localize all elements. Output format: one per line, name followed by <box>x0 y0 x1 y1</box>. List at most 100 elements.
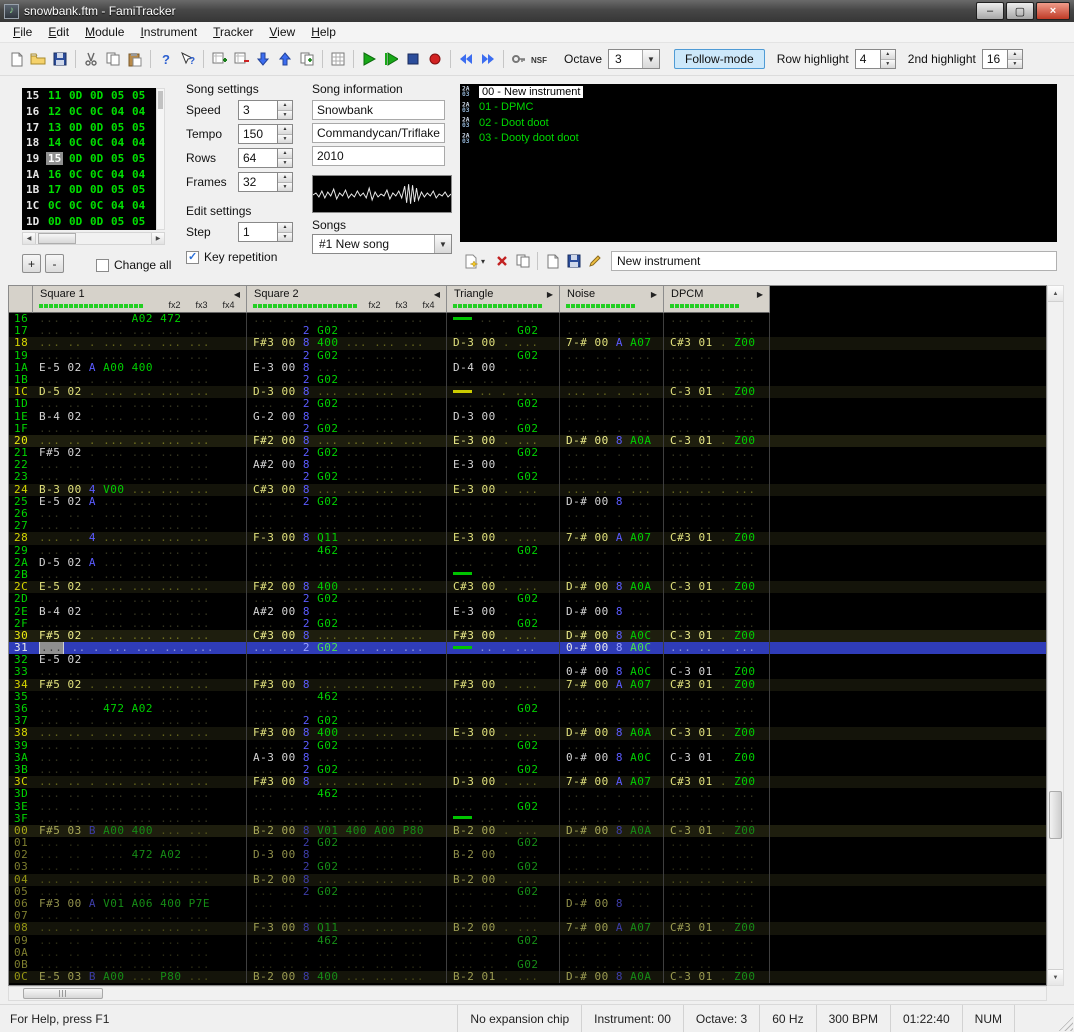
frame-pattern-value[interactable]: 04 <box>111 105 132 118</box>
frame-pattern-value[interactable]: 05 <box>132 152 153 165</box>
frame-row[interactable]: 1B170D0D0505 <box>22 182 156 198</box>
pattern-cell[interactable]: F#5 02 . ... ... ... ... <box>33 447 247 459</box>
pattern-row[interactable]: 06F#3 00 A V01 A06 400 P7E... .. . ... .… <box>9 898 1046 910</box>
pattern-row[interactable]: 2F... .. . ... ... ... ...... .. 2 G02 .… <box>9 618 1046 630</box>
pattern-row[interactable]: 0CE-5 03 B A00 ... P80 ...B-2 00 8 400 .… <box>9 971 1046 983</box>
pattern-cell[interactable]: ... .. . G02 <box>447 935 560 947</box>
pattern-cell[interactable]: ... .. . ... <box>664 545 770 557</box>
pattern-cell[interactable]: ... .. . ... <box>664 459 770 471</box>
frame-pattern-value[interactable]: 12 <box>48 105 69 118</box>
pattern-cell[interactable]: ... .. . ... <box>560 886 664 898</box>
pattern-cell[interactable]: ... .. . ... <box>560 837 664 849</box>
pattern-cell[interactable]: ... .. . ... ... ... ... <box>33 935 247 947</box>
instrument-item[interactable]: 2A0300 - New instrument <box>460 84 1057 100</box>
instrument-name-field[interactable] <box>611 251 1057 271</box>
frame-pattern-value[interactable]: 0D <box>69 183 90 196</box>
pattern-cell[interactable]: ... .. . ... <box>560 935 664 947</box>
instrument-item[interactable]: 2A0301 - DPMC <box>460 100 1057 116</box>
pattern-row[interactable]: 1F... .. . ... ... ... ...... .. 2 G02 .… <box>9 423 1046 435</box>
pattern-cell[interactable]: F#5 02 . ... ... ... ... <box>33 630 247 642</box>
pattern-cell[interactable]: D-# 00 8 A0C <box>560 630 664 642</box>
paste-icon[interactable] <box>124 48 146 70</box>
pattern-cell[interactable]: ... .. 2 G02 ... ... ... <box>247 325 447 337</box>
pattern-cell[interactable]: 0-# 00 8 A0C <box>560 642 664 654</box>
pattern-cell[interactable]: B-4 02 . ... ... ... ... <box>33 411 247 423</box>
pattern-cell[interactable]: E-5 03 B A00 ... P80 ... <box>33 971 247 983</box>
scroll-down-icon[interactable]: ▼ <box>1048 969 1063 985</box>
pattern-cell[interactable]: ... .. . ... <box>664 557 770 569</box>
pattern-row[interactable]: 2EB-4 02 . ... ... ... ...A#2 00 8 ... .… <box>9 606 1046 618</box>
pattern-cell[interactable]: ... .. . 462 ... ... ... <box>247 691 447 703</box>
pattern-cell[interactable]: ... .. . ... <box>664 593 770 605</box>
pattern-row[interactable]: 00F#5 03 B A00 400 ... ...B-2 00 8 V01 4… <box>9 825 1046 837</box>
pattern-cell[interactable]: ... .. . ... <box>664 849 770 861</box>
expand-fx-icon[interactable]: ▶ <box>757 290 763 299</box>
pattern-cell[interactable]: ... .. . ... <box>560 618 664 630</box>
pattern-cell[interactable]: ... .. . ... <box>664 910 770 922</box>
frame-pattern-value[interactable]: 0C <box>69 168 90 181</box>
pattern-cell[interactable]: ... .. . ... ... ... ... <box>33 947 247 959</box>
pattern-cell[interactable]: ... .. . ... <box>560 313 664 325</box>
pattern-row[interactable]: 28... .. 4 ... ... ... ...F-3 00 8 Q11 .… <box>9 532 1046 544</box>
pattern-cell[interactable]: F#3 00 8 ... ... ... ... <box>247 679 447 691</box>
pattern-cell[interactable]: ... .. . ... <box>560 861 664 873</box>
pattern-row[interactable]: 39... .. . ... ... ... ...... .. 2 G02 .… <box>9 740 1046 752</box>
pattern-cell[interactable]: ... .. . ... <box>560 813 664 825</box>
pattern-cell[interactable]: ... .. . ... ... ... ... <box>33 922 247 934</box>
pattern-cell[interactable]: ... .. . ... <box>560 764 664 776</box>
pattern-cell[interactable]: ... .. 2 G02 ... ... ... <box>247 398 447 410</box>
pattern-cell[interactable]: ... .. . ... ... ... ... <box>33 520 247 532</box>
pattern-cell[interactable]: ... .. . ... <box>664 788 770 800</box>
frames-spinner[interactable]: 32▲▼ <box>238 172 293 192</box>
pattern-cell[interactable]: ... .. . ... <box>664 642 770 654</box>
pattern-cell[interactable]: F-3 00 8 Q11 ... ... ... <box>247 922 447 934</box>
pattern-cell[interactable]: ... .. . ... <box>560 788 664 800</box>
pattern-cell[interactable]: ... .. 2 G02 ... ... ... <box>247 374 447 386</box>
spin-up-icon[interactable]: ▲ <box>278 173 292 183</box>
channel-header-dpcm[interactable]: DPCM▶ <box>664 286 770 313</box>
pattern-row[interactable]: 08... .. . ... ... ... ...F-3 00 8 Q11 .… <box>9 922 1046 934</box>
pattern-row[interactable]: 27... .. . ... ... ... ...... .. . ... .… <box>9 520 1046 532</box>
chevron-down-icon[interactable]: ▼ <box>434 235 451 253</box>
remove-frame-button[interactable]: - <box>45 254 64 273</box>
scroll-right-icon[interactable]: ▶ <box>151 233 164 244</box>
rows-spinner[interactable]: 64▲▼ <box>238 148 293 168</box>
pattern-cell[interactable]: ... .. . ... 472 A02 ... <box>33 849 247 861</box>
pattern-cell[interactable]: F#3 00 . ... <box>447 630 560 642</box>
minimize-button[interactable]: – <box>976 2 1004 20</box>
pattern-cell[interactable]: ... .. . ... <box>664 703 770 715</box>
pattern-cell[interactable]: ... .. . ... <box>664 654 770 666</box>
frame-pattern-value[interactable]: 0D <box>90 89 111 102</box>
pattern-cell[interactable]: 0-# 00 8 A0C <box>560 666 664 678</box>
pattern-cell[interactable]: ... .. 2 G02 ... ... ... <box>247 618 447 630</box>
pattern-cell[interactable]: G-2 00 8 ... ... ... ... <box>247 411 447 423</box>
pattern-row[interactable]: 04... .. . ... ... ... ...B-2 00 8 ... .… <box>9 874 1046 886</box>
speed-spinner[interactable]: 3▲▼ <box>238 100 293 120</box>
close-button[interactable]: × <box>1036 2 1070 20</box>
pattern-cell[interactable]: ... .. . ... <box>664 496 770 508</box>
pattern-cell[interactable]: ... .. . ... <box>560 386 664 398</box>
pattern-cell[interactable]: ... .. . ... <box>664 874 770 886</box>
menu-item-help[interactable]: Help <box>303 23 344 41</box>
pattern-row[interactable]: 07... .. . ... ... ... ...... .. . ... .… <box>9 910 1046 922</box>
channel-header-square-1[interactable]: Square 1◀fx2fx3fx4 <box>33 286 247 313</box>
frame-pattern-value[interactable]: 04 <box>132 136 153 149</box>
pattern-cell[interactable]: ... .. . ... <box>664 484 770 496</box>
instrument-item[interactable]: 2A0302 - Doot doot <box>460 115 1057 131</box>
pattern-cell[interactable]: ... .. . ... <box>560 715 664 727</box>
second-highlight-spinner[interactable]: 16 ▲▼ <box>982 49 1023 69</box>
frame-pattern-value[interactable]: 17 <box>48 183 69 196</box>
frame-pattern-value[interactable]: 0C <box>48 199 69 212</box>
pattern-row[interactable]: 20... .. . ... ... ... ...F#2 00 8 ... .… <box>9 435 1046 447</box>
scrollbar-thumb[interactable] <box>23 988 103 999</box>
frame-move-down-icon[interactable] <box>252 48 274 70</box>
pattern-cell[interactable]: ... .. . ... <box>560 691 664 703</box>
pattern-cell[interactable]: ... .. . ... ... ... ... <box>247 569 447 581</box>
frame-pattern-value[interactable]: 05 <box>111 183 132 196</box>
pattern-cell[interactable]: .. . ... <box>447 569 560 581</box>
frame-pattern-value[interactable]: 04 <box>132 105 153 118</box>
pattern-cell[interactable]: E-3 00 . ... <box>447 606 560 618</box>
pattern-cell[interactable]: ... .. . G02 <box>447 325 560 337</box>
pattern-cell[interactable]: ... .. . ... <box>664 861 770 873</box>
pattern-cell[interactable]: ... .. 2 G02 ... ... ... <box>247 715 447 727</box>
